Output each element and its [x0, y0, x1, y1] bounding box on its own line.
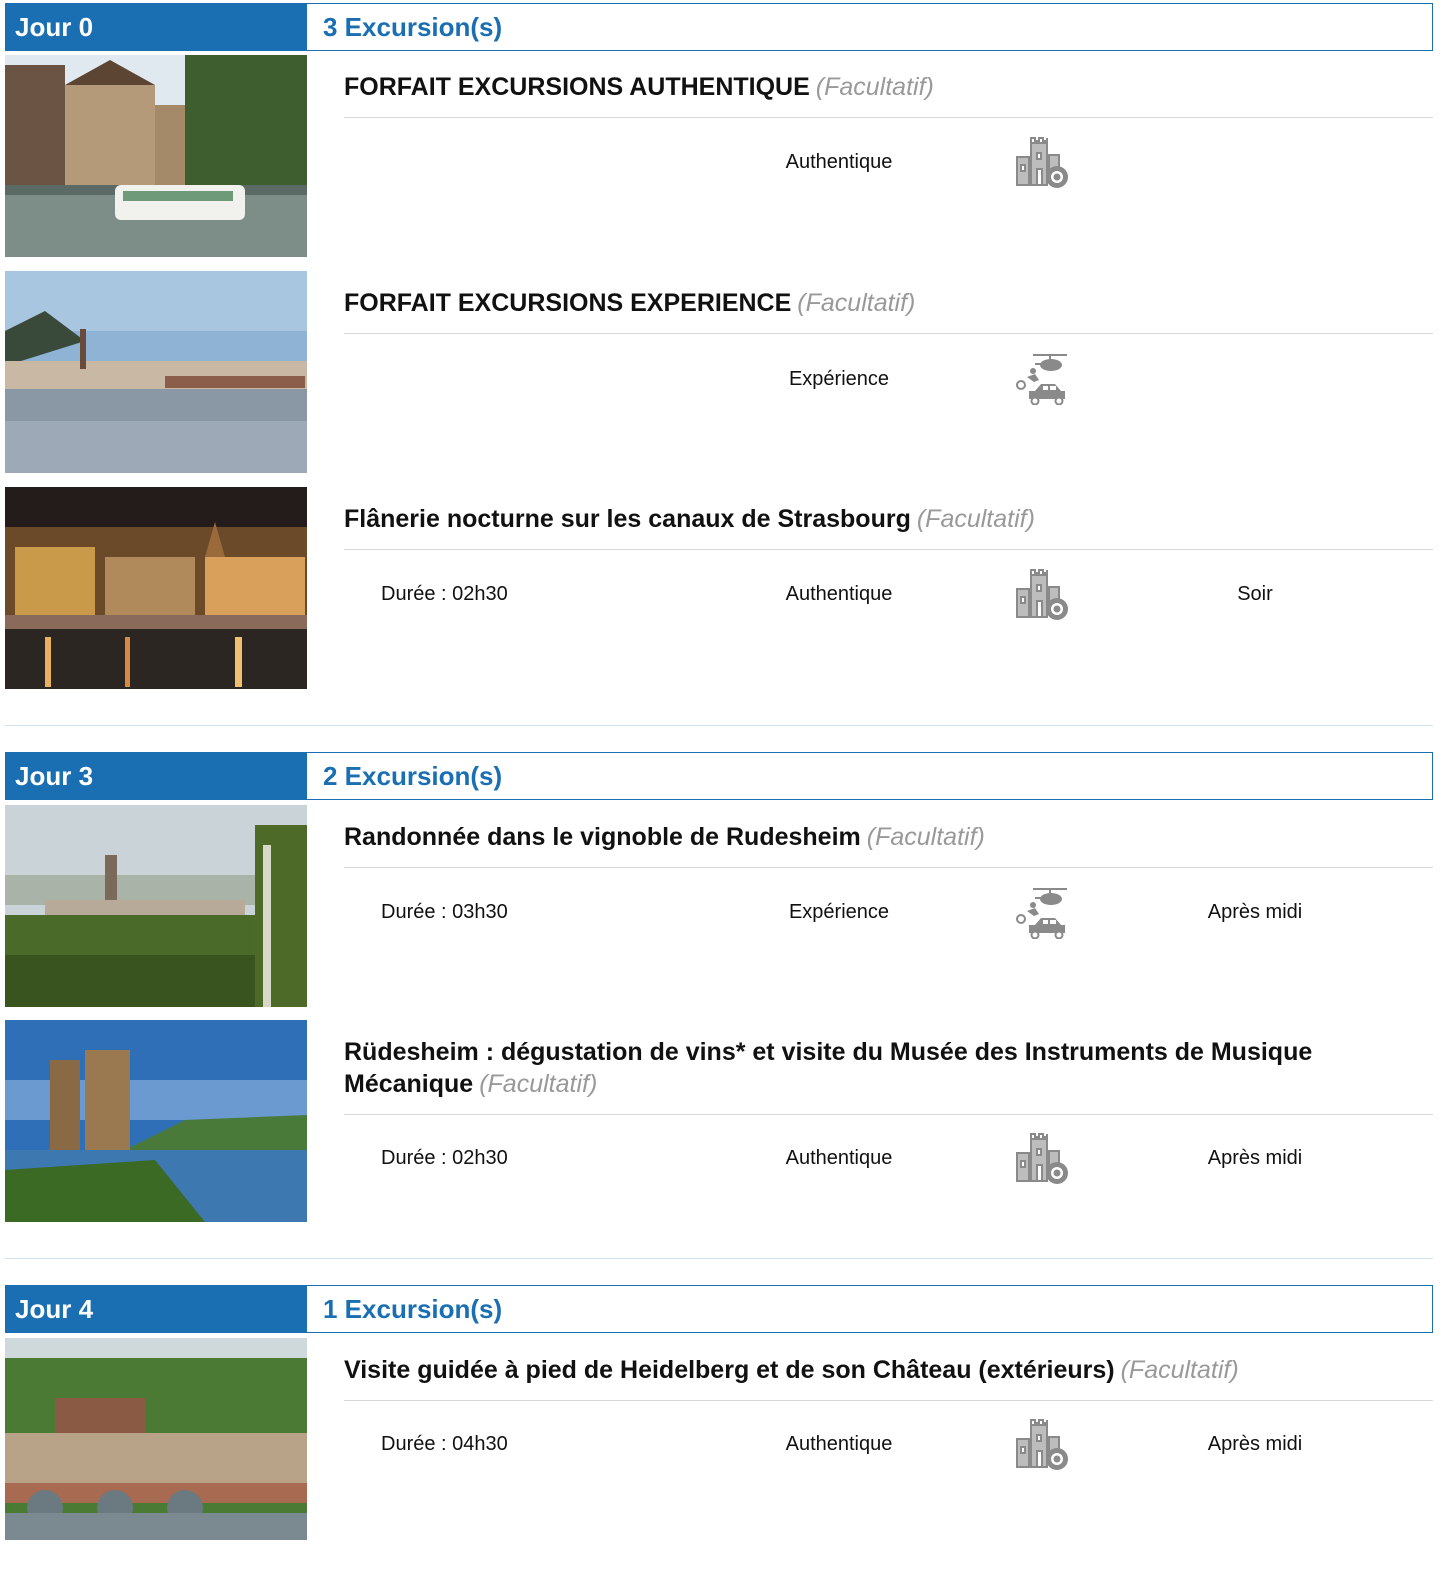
divider	[344, 867, 1433, 868]
excursion-theme: Expérience	[788, 368, 890, 390]
excursion-title[interactable]: Visite guidée à pied de Heidelberg et de…	[344, 1354, 1433, 1386]
castle-camera-icon	[1013, 1417, 1071, 1471]
divider	[344, 117, 1433, 118]
optional-label: (Facultatif)	[797, 289, 916, 317]
excursion-theme: Authentique	[785, 583, 893, 605]
excursion-count: 3 Excursion(s)	[323, 12, 503, 42]
excursion-item[interactable]: Randonnée dans le vignoble de Rudesheim(…	[5, 805, 1433, 1007]
divider	[344, 549, 1433, 550]
castle-camera-icon	[1013, 1131, 1071, 1185]
excursion-title[interactable]: Randonnée dans le vignoble de Rudesheim(…	[344, 821, 1433, 853]
excursion-title[interactable]: FORFAIT EXCURSIONS EXPERIENCE (Facultatif…	[344, 287, 1433, 319]
excursion-title-text: FORFAIT EXCURSIONS EXPERIENCE	[344, 289, 792, 317]
optional-label: (Facultatif)	[1120, 1356, 1239, 1384]
excursion-count: 1 Excursion(s)	[323, 1294, 503, 1324]
excursion-theme: Authentique	[785, 151, 893, 173]
day-label: Jour 4	[6, 1286, 307, 1332]
excursion-title[interactable]: FORFAIT EXCURSIONS AUTHENTIQUE (Facultati…	[344, 71, 1433, 103]
helicopter-bike-car-icon	[1013, 885, 1071, 939]
excursion-title[interactable]: Flânerie nocturne sur les canaux de Stra…	[344, 503, 1433, 535]
day-section: Jour 0 3 Excursion(s)	[5, 3, 1433, 51]
excursion-duration: Durée : 03h30	[381, 901, 508, 923]
excursion-period: Après midi	[1207, 1433, 1303, 1455]
excursion-period: Après midi	[1207, 1147, 1303, 1169]
excursion-theme: Authentique	[785, 1433, 893, 1455]
day-label: Jour 0	[6, 4, 307, 50]
excursion-item[interactable]: FORFAIT EXCURSIONS AUTHENTIQUE (Facultati…	[5, 55, 1433, 257]
excursion-item[interactable]: Flânerie nocturne sur les canaux de Stra…	[5, 487, 1433, 689]
excursion-item[interactable]: Visite guidée à pied de Heidelberg et de…	[5, 1338, 1433, 1540]
excursion-duration: Durée : 04h30	[381, 1433, 508, 1455]
excursion-image[interactable]	[5, 805, 307, 1007]
excursion-image[interactable]	[5, 271, 307, 473]
optional-label: (Facultatif)	[916, 505, 1035, 533]
day-divider	[5, 725, 1433, 726]
excursion-title-text: Randonnée dans le vignoble de Rudesheim	[344, 823, 861, 851]
day-label: Jour 3	[6, 753, 307, 799]
optional-label: (Facultatif)	[815, 73, 934, 101]
optional-label: (Facultatif)	[479, 1070, 598, 1098]
excursion-title[interactable]: Rüdesheim : dégustation de vins* et visi…	[344, 1036, 1433, 1100]
excursion-image[interactable]	[5, 1338, 307, 1540]
excursion-title-text: Flânerie nocturne sur les canaux de Stra…	[344, 505, 911, 533]
excursion-count: 2 Excursion(s)	[323, 761, 503, 791]
divider	[344, 1400, 1433, 1401]
excursion-image[interactable]	[5, 487, 307, 689]
day-section: Jour 4 1 Excursion(s)	[5, 1285, 1433, 1333]
excursion-title-text: FORFAIT EXCURSIONS AUTHENTIQUE	[344, 73, 810, 101]
excursion-image[interactable]	[5, 55, 307, 257]
excursion-image[interactable]	[5, 1020, 307, 1222]
castle-camera-icon	[1013, 135, 1071, 189]
excursion-duration: Durée : 02h30	[381, 1147, 508, 1169]
optional-label: (Facultatif)	[866, 823, 985, 851]
excursion-period: Soir	[1237, 583, 1273, 605]
day-header[interactable]: Jour 3 2 Excursion(s)	[5, 752, 1433, 800]
excursion-item[interactable]: Rüdesheim : dégustation de vins* et visi…	[5, 1020, 1433, 1222]
excursion-title-text: Visite guidée à pied de Heidelberg et de…	[344, 1356, 1115, 1384]
divider	[344, 1114, 1433, 1115]
excursion-period: Après midi	[1207, 901, 1303, 923]
castle-camera-icon	[1013, 567, 1071, 621]
excursion-duration: Durée : 02h30	[381, 583, 508, 605]
excursion-theme: Expérience	[788, 901, 890, 923]
day-header[interactable]: Jour 0 3 Excursion(s)	[5, 3, 1433, 51]
day-header[interactable]: Jour 4 1 Excursion(s)	[5, 1285, 1433, 1333]
excursion-theme: Authentique	[785, 1147, 893, 1169]
day-section: Jour 3 2 Excursion(s)	[5, 752, 1433, 800]
excursion-item[interactable]: FORFAIT EXCURSIONS EXPERIENCE (Facultatif…	[5, 271, 1433, 473]
divider	[344, 333, 1433, 334]
helicopter-bike-car-icon	[1013, 351, 1071, 405]
day-divider	[5, 1258, 1433, 1259]
